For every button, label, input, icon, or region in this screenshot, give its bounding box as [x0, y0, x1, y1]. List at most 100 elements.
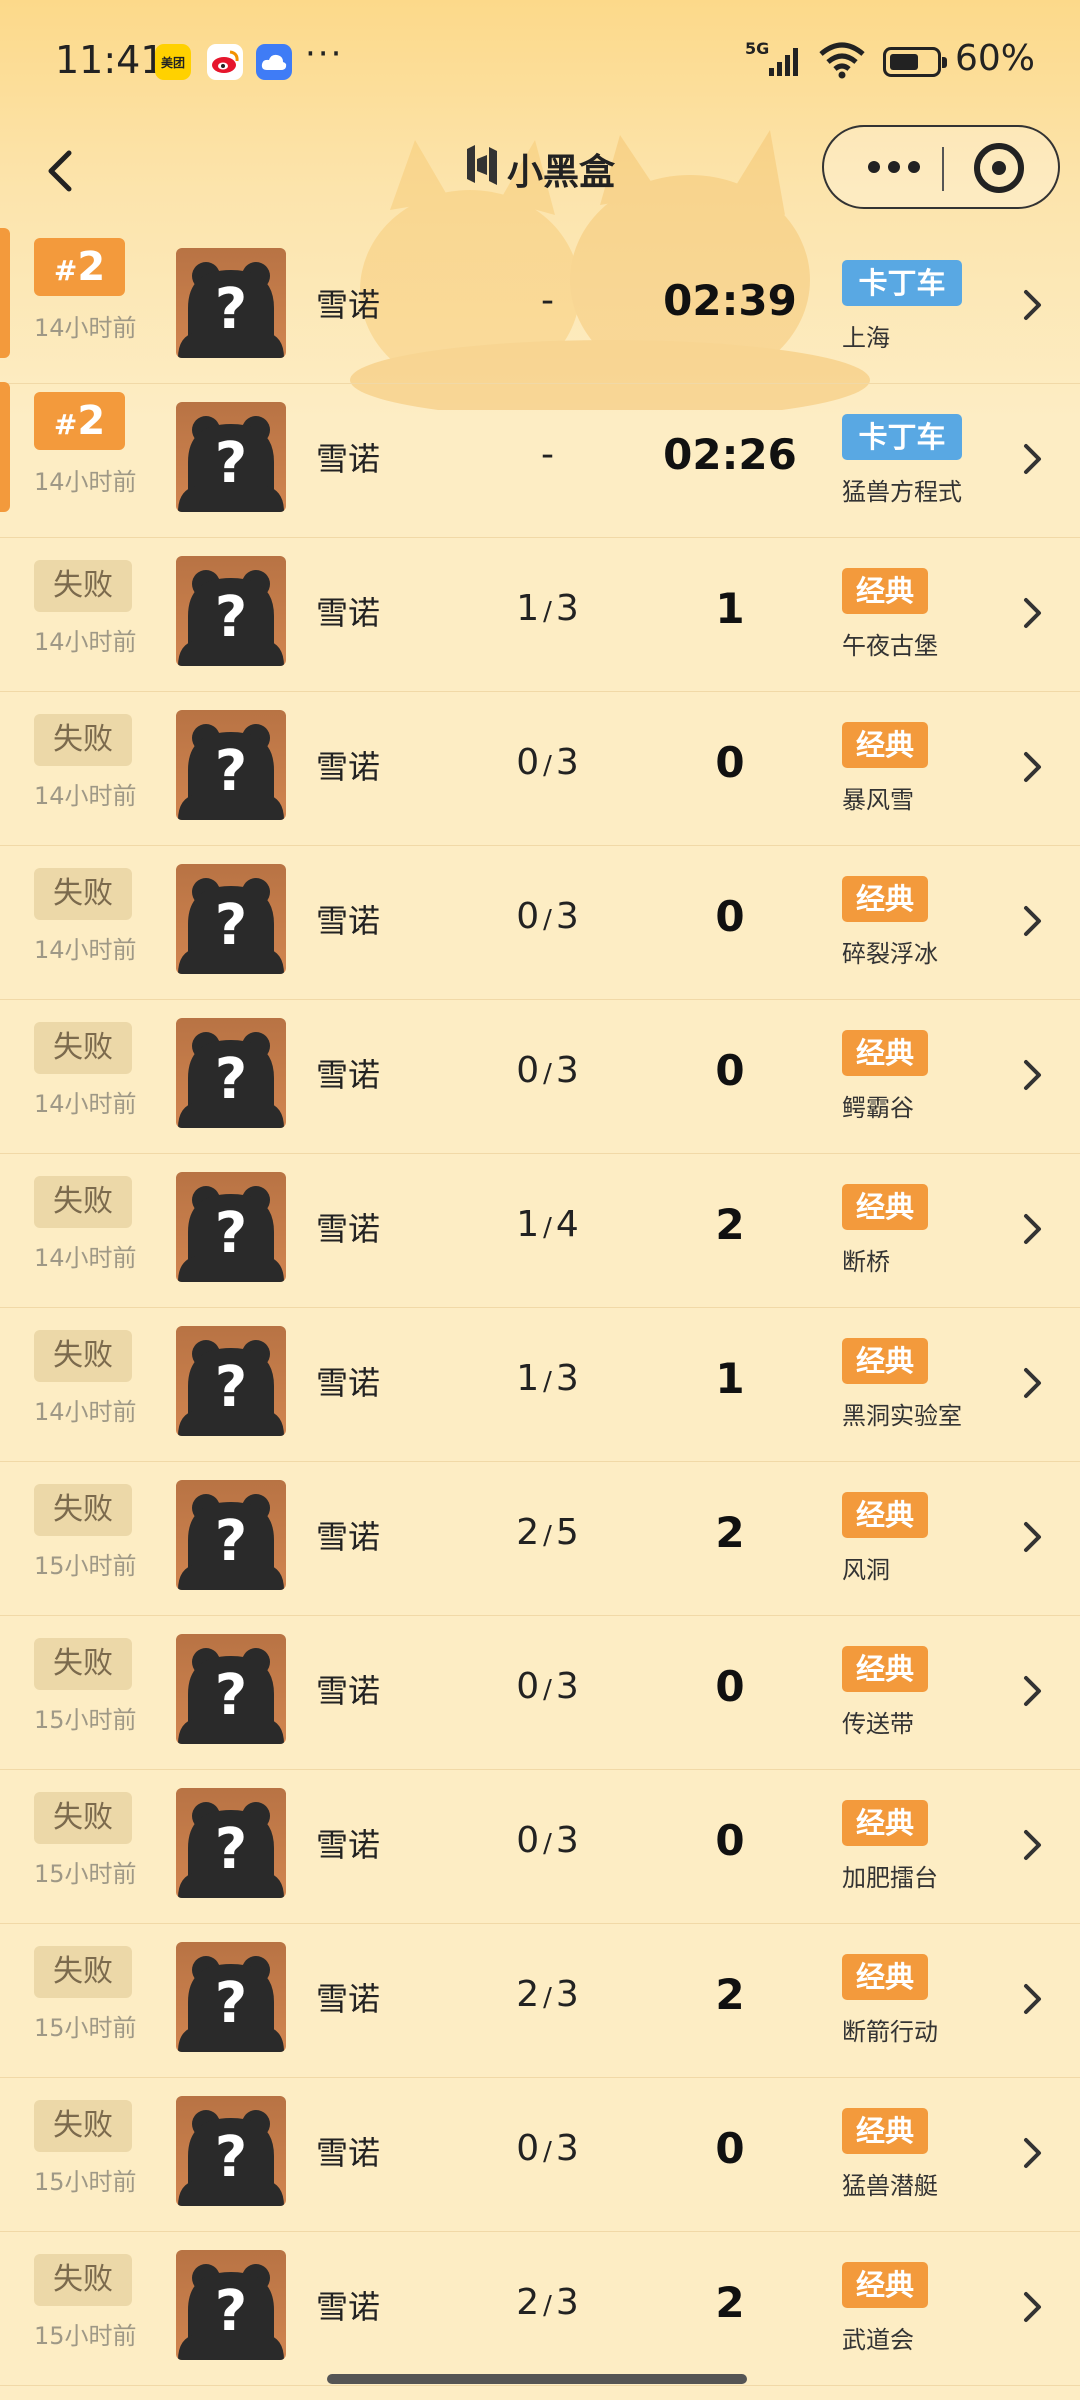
match-row[interactable]: 失败 15小时前 ? 雪诺 0/3 0 经典 加肥擂台 — [0, 1770, 1080, 1924]
wifi-icon — [819, 42, 865, 79]
avatar: ? — [176, 1172, 286, 1282]
match-row[interactable]: 失败 15小时前 ? 雪诺 2/3 2 经典 武道会 — [0, 2232, 1080, 2386]
mode-tag: 经典 — [842, 1338, 929, 1384]
match-row[interactable]: 失败 14小时前 ? 雪诺 1/3 1 经典 午夜古堡 — [0, 538, 1080, 692]
player-name: 雪诺 — [316, 748, 381, 786]
chevron-right-icon[interactable] — [1018, 1664, 1046, 1718]
result-badge: 失败 — [34, 1330, 132, 1382]
result-badge: 失败 — [34, 1946, 132, 1998]
player-name: 雪诺 — [316, 1210, 381, 1248]
time-ago: 15小时前 — [34, 2322, 137, 2350]
match-row[interactable]: 失败 14小时前 ? 雪诺 1/3 1 经典 黑洞实验室 — [0, 1308, 1080, 1462]
avatar: ? — [176, 864, 286, 974]
result-badge: 失败 — [34, 1792, 132, 1844]
score-value: 02:26 — [663, 430, 797, 479]
chevron-right-icon[interactable] — [1018, 278, 1046, 332]
match-row[interactable]: 失败 14小时前 ? 雪诺 0/3 0 经典 暴风雪 — [0, 692, 1080, 846]
row-accent-bar — [0, 228, 10, 358]
kd-separator: / — [543, 597, 552, 627]
match-row[interactable]: 失败 15小时前 ? 雪诺 0/3 0 经典 传送带 — [0, 1616, 1080, 1770]
map-name: 断箭行动 — [842, 2018, 938, 2046]
time-ago: 15小时前 — [34, 1706, 137, 1734]
kd-value: 0/3 — [490, 896, 605, 937]
chevron-right-icon[interactable] — [1018, 432, 1046, 486]
chevron-right-icon[interactable] — [1018, 2280, 1046, 2334]
score-value: 0 — [715, 738, 745, 787]
kd-kills: 1 — [516, 1204, 540, 1245]
chevron-right-icon[interactable] — [1018, 2126, 1046, 2180]
time-ago: 14小时前 — [34, 936, 137, 964]
svg-text:?: ? — [215, 2279, 247, 2344]
score-value: 1 — [715, 584, 745, 633]
kd-total: 3 — [555, 1820, 579, 1861]
nav-bar: 小黑盒 — [0, 125, 1080, 230]
result-badge: 失败 — [34, 714, 132, 766]
chevron-right-icon[interactable] — [1018, 1510, 1046, 1564]
result-badge: 失败 — [34, 560, 132, 612]
mode-tag: 经典 — [842, 876, 929, 922]
chevron-left-icon[interactable] — [35, 135, 85, 205]
match-row[interactable]: 失败 14小时前 ? 雪诺 0/3 0 经典 鳄霸谷 — [0, 1000, 1080, 1154]
unknown-avatar-icon: ? — [178, 1648, 284, 1744]
chevron-right-icon[interactable] — [1018, 1818, 1046, 1872]
match-row[interactable]: 失败 15小时前 ? 雪诺 2/5 2 经典 风洞 — [0, 1462, 1080, 1616]
chevron-right-icon[interactable] — [1018, 1972, 1046, 2026]
svg-text:?: ? — [215, 1509, 247, 1574]
kd-separator: / — [543, 751, 552, 781]
avatar: ? — [176, 1788, 286, 1898]
kd-kills: 0 — [516, 896, 540, 937]
unknown-avatar-icon: ? — [178, 1032, 284, 1128]
target-icon[interactable] — [974, 143, 1024, 193]
chevron-right-icon[interactable] — [1018, 1048, 1046, 1102]
unknown-avatar-icon: ? — [178, 724, 284, 820]
match-row[interactable]: #2 14小时前 ? 雪诺 - 02:39 卡丁车 上海 — [0, 228, 1080, 384]
mode-tag: 经典 — [842, 1184, 929, 1230]
more-dots-icon[interactable] — [854, 145, 934, 189]
chevron-right-icon[interactable] — [1018, 894, 1046, 948]
weibo-icon — [207, 44, 243, 80]
rank-hash: # — [53, 254, 78, 287]
time-ago: 14小时前 — [34, 468, 137, 496]
map-name: 风洞 — [842, 1556, 890, 1584]
chevron-right-icon[interactable] — [1018, 586, 1046, 640]
unknown-avatar-icon: ? — [178, 1956, 284, 2052]
avatar: ? — [176, 1942, 286, 2052]
kd-value: 2/3 — [490, 1974, 605, 2015]
svg-text:?: ? — [215, 1201, 247, 1266]
time-ago: 14小时前 — [34, 628, 137, 656]
map-name: 鳄霸谷 — [842, 1094, 914, 1122]
mode-tag: 经典 — [842, 1800, 929, 1846]
map-name: 加肥擂台 — [842, 1864, 938, 1892]
match-row[interactable]: #2 14小时前 ? 雪诺 - 02:26 卡丁车 猛兽方程式 — [0, 382, 1080, 538]
battery-percent: 60% — [955, 38, 1036, 79]
kd-value: 1/4 — [490, 1204, 605, 1245]
kd-kills: 0 — [516, 2128, 540, 2169]
match-row[interactable]: 失败 15小时前 ? 雪诺 2/3 2 经典 断箭行动 — [0, 1924, 1080, 2078]
unknown-avatar-icon: ? — [178, 570, 284, 666]
kd-separator: / — [543, 1983, 552, 2013]
map-name: 传送带 — [842, 1710, 914, 1738]
avatar: ? — [176, 710, 286, 820]
chevron-right-icon[interactable] — [1018, 740, 1046, 794]
kd-separator: / — [543, 1059, 552, 1089]
status-bar: 11:41 美团 ··· 5G 60% — [0, 0, 1080, 125]
player-name: 雪诺 — [316, 1980, 381, 2018]
kd-kills: 2 — [516, 1512, 540, 1553]
map-name: 断桥 — [842, 1248, 890, 1276]
xiaoheihe-logo-icon — [467, 145, 497, 185]
match-row[interactable]: 失败 15小时前 ? 雪诺 0/3 0 经典 猛兽潜艇 — [0, 2078, 1080, 2232]
chevron-right-icon[interactable] — [1018, 1356, 1046, 1410]
player-name: 雪诺 — [316, 2288, 381, 2326]
mode-tag: 经典 — [842, 1030, 929, 1076]
match-row[interactable]: 失败 14小时前 ? 雪诺 0/3 0 经典 碎裂浮冰 — [0, 846, 1080, 1000]
chevron-right-icon[interactable] — [1018, 1202, 1046, 1256]
match-row[interactable]: 失败 14小时前 ? 雪诺 1/4 2 经典 断桥 — [0, 1154, 1080, 1308]
mode-tag: 经典 — [842, 2262, 929, 2308]
home-indicator[interactable] — [327, 2374, 747, 2384]
avatar: ? — [176, 2096, 286, 2206]
score-value: 0 — [715, 1046, 745, 1095]
svg-text:?: ? — [215, 2125, 247, 2190]
kd-separator: / — [543, 1829, 552, 1859]
cloud-icon — [256, 44, 292, 80]
kd-total: 3 — [555, 896, 579, 937]
